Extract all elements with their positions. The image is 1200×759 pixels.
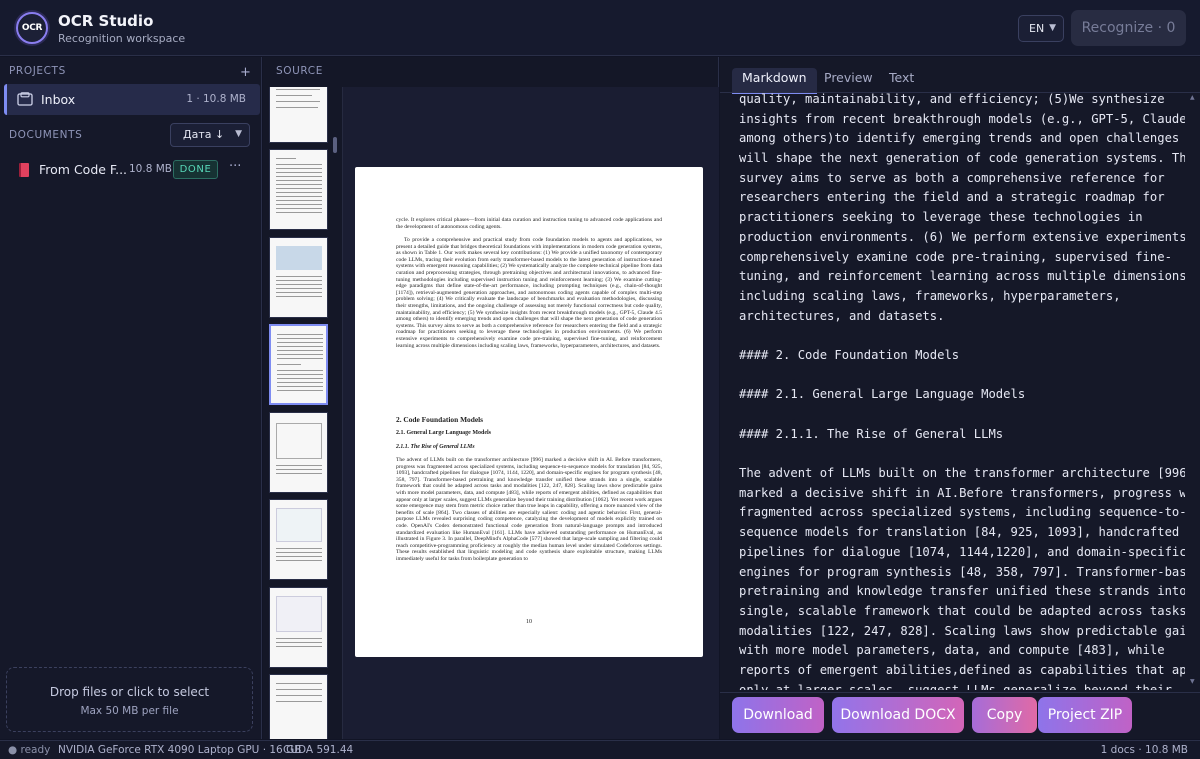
status-indicator: ● ready — [8, 744, 51, 756]
download-button[interactable]: Download — [732, 697, 824, 733]
markdown-line — [739, 405, 1185, 425]
project-zip-button[interactable]: Project ZIP — [1038, 697, 1132, 733]
markdown-line: comprehensively examine code pre-trainin… — [739, 249, 1172, 264]
actions-divider — [720, 692, 1200, 693]
source-panel: SOURCE cycle. It explores critical phase… — [263, 57, 719, 739]
markdown-line: including scaling laws, frameworks, hype… — [739, 288, 1121, 303]
markdown-line: practitioners seeking to leverage these … — [739, 210, 1143, 225]
file-dropzone[interactable]: Drop files or click to select Max 50 MB … — [6, 667, 253, 732]
copy-button[interactable]: Copy — [972, 697, 1037, 733]
sidebar: PROJECTS + Inbox 1 · 10.8 MB DOCUMENTS Д… — [0, 57, 262, 739]
page-thumbnail[interactable] — [269, 87, 328, 143]
markdown-line: pretraining and knowledge transfer unifi… — [739, 584, 1185, 599]
chevron-down-icon: ▼ — [1049, 23, 1056, 33]
document-page: cycle. It explores critical phases—from … — [355, 167, 703, 657]
markdown-line: researchers entering the field and a str… — [739, 190, 1165, 205]
source-heading: SOURCE — [276, 65, 323, 77]
top-bar: OCR OCR Studio Recognition workspace EN … — [0, 0, 1200, 56]
document-size: 10.8 MB — [129, 163, 172, 175]
project-meta: 1 · 10.8 MB — [186, 93, 246, 105]
language-value: EN — [1029, 22, 1045, 35]
page-thumbnails[interactable] — [263, 87, 343, 739]
markdown-line: insights from recent breakthrough models… — [739, 111, 1185, 126]
download-docx-button[interactable]: Download DOCX — [832, 697, 964, 733]
markdown-output[interactable]: quality, maintainability, and efficiency… — [739, 90, 1185, 690]
markdown-line: The advent of LLMs built on the transfor… — [739, 466, 1185, 481]
sort-value: Дата ↓ — [183, 128, 225, 141]
add-project-icon[interactable]: + — [240, 65, 251, 80]
app-title: OCR Studio — [58, 12, 154, 30]
markdown-line: modalities [122, 247, 828]. Scaling laws… — [739, 623, 1185, 638]
sort-select[interactable]: Дата ↓ ▼ — [170, 123, 250, 147]
thumbnail-scrollbar[interactable] — [333, 137, 337, 153]
markdown-line: among others)to identify emerging trends… — [739, 131, 1185, 146]
chevron-down-icon: ▼ — [235, 129, 242, 139]
status-badge: DONE — [173, 160, 218, 179]
page-thumbnail[interactable] — [269, 587, 328, 668]
markdown-line: with more model parameters, data, and co… — [739, 643, 1165, 658]
language-select[interactable]: EN ▼ — [1018, 15, 1064, 42]
output-scrollbar[interactable]: ▲ ▼ — [1190, 94, 1196, 686]
page-thumbnail[interactable] — [269, 237, 328, 318]
markdown-line — [739, 326, 1185, 346]
folder-icon — [17, 92, 33, 106]
dropzone-title: Drop files or click to select — [49, 685, 210, 699]
page-thumbnail[interactable] — [269, 412, 328, 493]
book-icon — [19, 163, 29, 177]
markdown-line: pipelines for dialogue [1074, 1144,1220]… — [739, 544, 1185, 559]
markdown-line: tuning, and reinforcement learning acros… — [739, 269, 1185, 284]
more-options-icon[interactable]: ··· — [229, 159, 241, 174]
project-name: Inbox — [41, 92, 76, 107]
scroll-up-icon[interactable]: ▲ — [1190, 94, 1196, 101]
app-logo: OCR — [16, 12, 48, 44]
markdown-line: #### 2.1. General Large Language Models — [739, 387, 1026, 402]
dropzone-hint: Max 50 MB per file — [80, 705, 179, 717]
page-number: 10 — [526, 619, 532, 625]
markdown-line: only at larger scales, suggest LLMs gene… — [739, 682, 1172, 690]
markdown-line: will shape the next generation of code g… — [739, 151, 1185, 166]
markdown-line: marked a decisive shift in AI.Before tra… — [739, 485, 1185, 500]
page-thumbnail[interactable] — [269, 149, 328, 230]
documents-heading: DOCUMENTS — [9, 129, 83, 141]
markdown-line: survey aims to serve as both a comprehen… — [739, 170, 1165, 185]
page-paragraph: cycle. It explores critical phases—from … — [396, 217, 662, 230]
output-panel: Markdown Preview Text quality, maintaina… — [720, 57, 1200, 739]
page-heading: 2. Code Foundation Models — [396, 415, 484, 424]
markdown-line: fragmented across specialized systems, i… — [739, 505, 1185, 520]
markdown-line: engines for program synthesis [48, 358, … — [739, 564, 1185, 579]
page-subsubheading: 2.1.1. The Rise of General LLMs — [396, 444, 475, 450]
markdown-line: sequence models for translation [84, 925… — [739, 525, 1180, 540]
page-paragraph: The advent of LLMs built on the transfor… — [396, 457, 662, 562]
page-thumbnail[interactable] — [269, 674, 328, 739]
projects-heading: PROJECTS — [9, 65, 66, 77]
document-name: From Code F... — [39, 162, 128, 177]
markdown-line: single, scalable framework that could be… — [739, 603, 1185, 618]
status-bar: ● ready NVIDIA GeForce RTX 4090 Laptop G… — [0, 740, 1200, 759]
markdown-line: #### 2.1.1. The Rise of General LLMs — [739, 426, 1004, 441]
markdown-line: reports of emergent abilities,defined as… — [739, 662, 1185, 677]
docs-summary: 1 docs · 10.8 MB — [1100, 744, 1188, 756]
markdown-line: #### 2. Code Foundation Models — [739, 347, 960, 362]
markdown-line — [739, 366, 1185, 386]
markdown-line: production environments. (6) We perform … — [739, 229, 1185, 244]
markdown-line: architectures, and datasets. — [739, 308, 945, 323]
cuda-info: CUDA 591.44 — [283, 744, 354, 756]
page-subheading: 2.1. General Large Language Models — [396, 430, 491, 436]
page-paragraph: To provide a comprehensive and practical… — [396, 237, 662, 349]
markdown-line: quality, maintainability, and efficiency… — [739, 92, 1165, 106]
document-item[interactable]: From Code F... 10.8 MB DONE ··· — [0, 156, 262, 184]
page-viewer[interactable]: cycle. It explores critical phases—from … — [343, 87, 719, 739]
project-item-inbox[interactable]: Inbox 1 · 10.8 MB — [4, 84, 260, 115]
markdown-line — [739, 444, 1185, 464]
gpu-info: NVIDIA GeForce RTX 4090 Laptop GPU · 16 … — [58, 744, 302, 756]
page-thumbnail-current[interactable] — [269, 324, 328, 405]
page-thumbnail[interactable] — [269, 499, 328, 580]
recognize-button[interactable]: Recognize · 0 — [1071, 10, 1186, 46]
app-subtitle: Recognition workspace — [58, 32, 186, 45]
scroll-down-icon[interactable]: ▼ — [1190, 678, 1196, 685]
